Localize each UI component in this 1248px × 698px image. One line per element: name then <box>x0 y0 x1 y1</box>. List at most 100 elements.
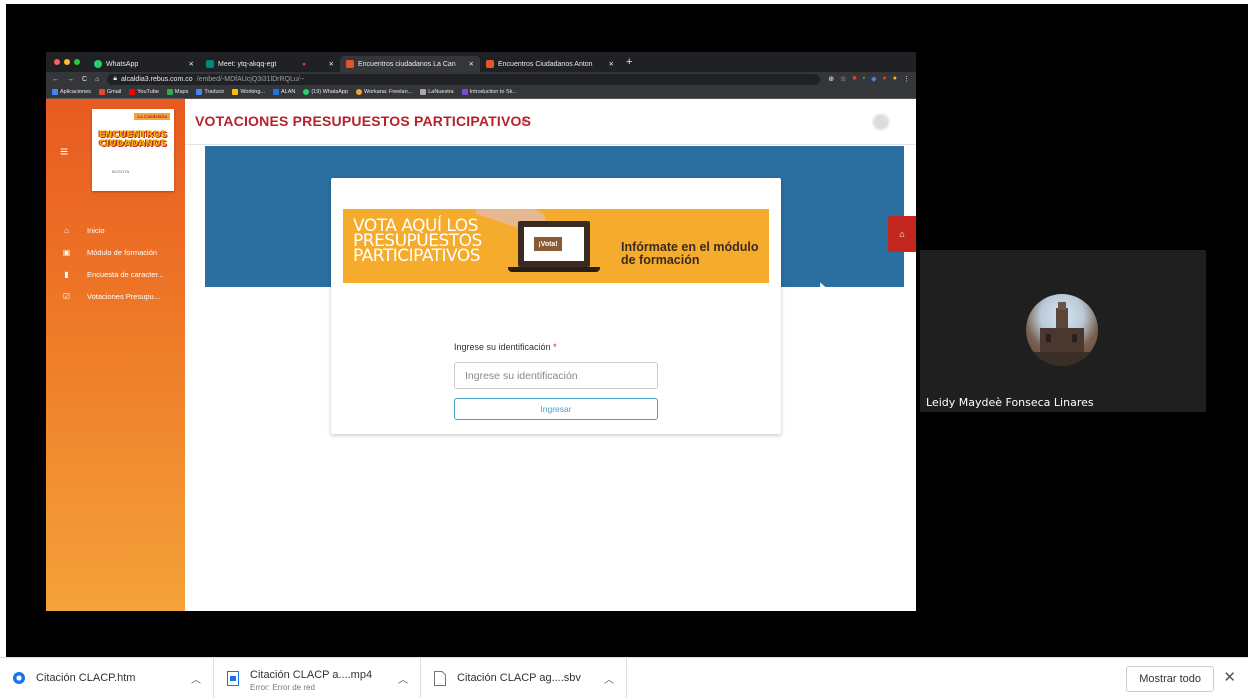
extension-icon[interactable]: ■ <box>852 75 856 83</box>
apps-grid-icon <box>52 89 58 95</box>
user-avatar[interactable] <box>872 113 890 131</box>
address-bar[interactable]: 🔒︎ alcaldia3.rebus.com.co/embed/-MDfAUcj… <box>107 73 821 85</box>
book-icon: ▣ <box>62 247 71 257</box>
new-tab-button[interactable]: + <box>626 56 632 68</box>
sidebar-item-votaciones[interactable]: ☑ Votaciones Presupu... <box>46 285 185 307</box>
forward-arrow-icon[interactable]: → <box>67 76 74 83</box>
bar-chart-icon: ▮ <box>64 269 69 279</box>
download-item[interactable]: Citación CLACP a....mp4 Error: Error de … <box>214 657 421 698</box>
participant-name: Leidy Maydeè Fonseca Linares <box>926 396 1094 409</box>
star-bookmark-icon[interactable]: ☆ <box>840 75 846 83</box>
chevron-up-icon[interactable]: ︿ <box>191 671 201 686</box>
bookmark-label: Traducir <box>204 89 225 95</box>
downloads-bar: Citación CLACP.htm ︿ Citación CLACP a...… <box>0 657 1248 698</box>
download-item[interactable]: Citación CLACP ag....sbv ︿ <box>421 657 627 698</box>
bookmark-youtube[interactable]: YouTube <box>129 89 159 95</box>
whatsapp-icon <box>303 89 310 95</box>
maps-icon <box>166 89 173 95</box>
ingresar-button[interactable]: Ingresar <box>454 398 658 420</box>
url-host: alcaldia3.rebus.com.co <box>121 75 193 83</box>
bookmark-intro[interactable]: Introduction to Sk... <box>461 89 517 95</box>
sidebar-item-label: Módulo de formación <box>87 247 158 257</box>
required-mark: * <box>553 342 557 352</box>
cast-icon[interactable]: ⊕ <box>828 75 834 83</box>
profile-icon[interactable]: ● <box>893 75 897 83</box>
sidebar-item-label: Votaciones Presupu... <box>87 291 160 301</box>
home-icon[interactable]: ⌂ <box>95 76 99 83</box>
id-field-label: Ingrese su identificación * <box>454 342 557 352</box>
browser-tab-bar: WhatsApp ✕ Meet: ytq-akqq-egt ● ✕ Encuen… <box>46 52 916 72</box>
extension-icon[interactable]: ▪ <box>863 75 865 83</box>
app-sidebar: ≡ La Candelaria ENCUENTROS CIUDADANOS BO… <box>46 99 185 611</box>
tab-close-icon[interactable]: ✕ <box>609 60 614 68</box>
working-icon <box>232 89 239 95</box>
close-icon[interactable]: ✕ <box>1223 668 1236 686</box>
tab-close-icon[interactable]: ✕ <box>329 60 334 68</box>
video-file-icon <box>226 670 240 686</box>
bookmark-label: LaNuestra <box>428 89 454 95</box>
tab-close-icon[interactable]: ✕ <box>469 60 474 68</box>
folder-icon <box>420 89 427 95</box>
extension-icon[interactable]: ● <box>883 75 887 83</box>
bookmark-label: Aplicaciones <box>60 89 91 95</box>
banner-headline: VOTA AQUÍ LOS PRESUPUESTOS PARTICIPATIVO… <box>353 216 482 266</box>
reload-icon[interactable]: C <box>82 76 87 83</box>
home-icon: ⌂ <box>64 225 69 235</box>
document-file-icon <box>433 670 447 686</box>
bookmark-alan[interactable]: ALAN <box>272 89 296 95</box>
id-label-text: Ingrese su identificación <box>454 342 551 352</box>
extension-icon[interactable]: ◆ <box>871 75 876 83</box>
site-favicon-icon <box>346 60 354 68</box>
bookmark-lanuestra[interactable]: LaNuestra <box>420 89 454 95</box>
bookmark-label: ALAN <box>280 89 296 95</box>
hamburger-menu-icon[interactable]: ≡ <box>60 143 68 159</box>
vote-banner[interactable]: VOTA AQUÍ LOS PRESUPUESTOS PARTICIPATIVO… <box>343 209 769 283</box>
bookmark-apps[interactable]: Aplicaciones <box>52 89 91 95</box>
whatsapp-icon <box>94 60 102 68</box>
chevron-up-icon[interactable]: ︿ <box>398 671 408 686</box>
screen: WhatsApp ✕ Meet: ytq-akqq-egt ● ✕ Encuen… <box>0 0 1248 698</box>
floating-home-button[interactable]: ⌂ <box>888 216 916 252</box>
back-arrow-icon[interactable]: ← <box>52 76 59 83</box>
minimize-window-icon[interactable] <box>64 59 70 65</box>
show-all-button[interactable]: Mostrar todo <box>1126 666 1214 692</box>
chevron-up-icon[interactable]: ︿ <box>604 671 614 686</box>
bookmark-workana[interactable]: Workana: Freelan... <box>356 89 412 95</box>
home-icon: ⌂ <box>899 229 905 239</box>
bookmark-whatsapp[interactable]: (19) WhatsApp <box>303 89 348 95</box>
vota-label: ¡Vota! <box>534 237 562 251</box>
tab-encuentros-anton[interactable]: Encuentros Ciudadanos Anton ✕ <box>480 56 620 72</box>
sidebar-item-inicio[interactable]: ⌂ Inicio <box>46 219 185 241</box>
sidebar-item-modulo-formacion[interactable]: ▣ Módulo de formación <box>46 241 185 263</box>
download-filename: Citación CLACP a....mp4 <box>250 668 373 681</box>
encuentros-logo: La Candelaria ENCUENTROS CIUDADANOS BOGO… <box>92 109 174 191</box>
bookmark-working[interactable]: Working... <box>232 89 265 95</box>
tab-label: Encuentros ciudadanos La Can <box>358 60 456 68</box>
participant-tile[interactable]: Leidy Maydeè Fonseca Linares <box>920 250 1206 412</box>
bookmark-label: Workana: Freelan... <box>364 89 413 95</box>
web-page: ≡ La Candelaria ENCUENTROS CIUDADANOS BO… <box>46 99 916 611</box>
id-input[interactable] <box>454 362 658 389</box>
tab-meet[interactable]: Meet: ytq-akqq-egt ● <box>200 56 312 72</box>
bookmark-maps[interactable]: Maps <box>166 89 189 95</box>
download-item[interactable]: Citación CLACP.htm ︿ <box>0 657 214 698</box>
workana-icon <box>356 89 363 95</box>
bookmark-gmail[interactable]: Gmail <box>98 89 121 95</box>
tab-close-area[interactable]: ✕ <box>312 56 340 72</box>
close-window-icon[interactable] <box>54 59 60 65</box>
bookmark-label: Maps <box>174 89 189 95</box>
bookmark-translate[interactable]: Traducir <box>196 89 224 95</box>
sidebar-item-label: Inicio <box>87 225 105 235</box>
site-favicon-icon <box>486 60 494 68</box>
bookmark-label: (19) WhatsApp <box>311 89 349 95</box>
sidebar-item-encuesta[interactable]: ▮ Encuesta de caracter... <box>46 263 185 285</box>
search-icon[interactable]: ⌕ <box>521 113 528 128</box>
logo-footer: BOGOTÁ <box>112 169 130 174</box>
browser-toolbar: ← → C ⌂ 🔒︎ alcaldia3.rebus.com.co/embed/… <box>46 72 916 86</box>
download-filename: Citación CLACP ag....sbv <box>457 672 581 684</box>
tab-close-icon[interactable]: ✕ <box>189 60 194 68</box>
tab-whatsapp[interactable]: WhatsApp ✕ <box>88 56 200 72</box>
menu-kebab-icon[interactable]: ⋮ <box>903 75 910 83</box>
tab-encuentros-candelaria[interactable]: Encuentros ciudadanos La Can ✕ <box>340 56 480 72</box>
maximize-window-icon[interactable] <box>74 59 80 65</box>
